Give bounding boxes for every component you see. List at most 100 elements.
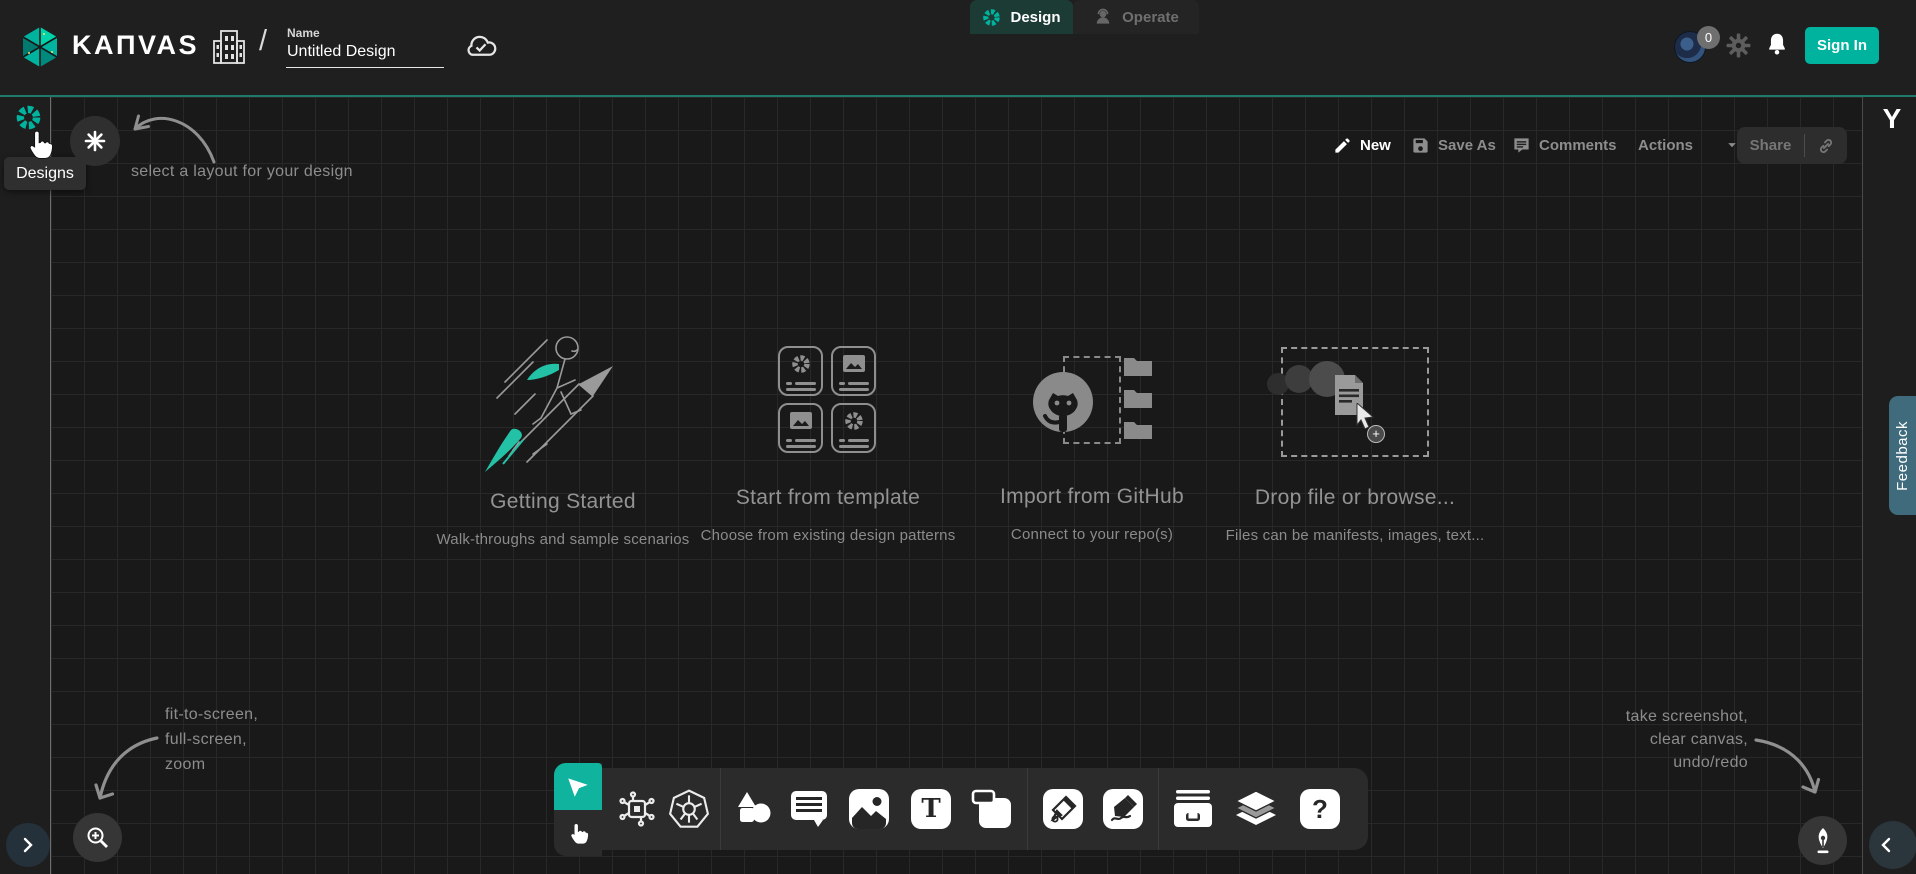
actions-dropdown[interactable]: Actions (1638, 136, 1741, 154)
comment-bubble-icon (789, 789, 829, 829)
canvas-top-border (0, 95, 1916, 97)
card-subtitle: Choose from existing design patterns (678, 527, 978, 544)
new-button[interactable]: New (1333, 136, 1391, 155)
tab-operate[interactable]: Operate (1073, 0, 1199, 34)
design-name-label: Name (287, 26, 320, 40)
zoom-button[interactable] (73, 813, 122, 862)
card-drop-file[interactable]: + Drop file or browse... Files can be ma… (1195, 322, 1515, 544)
zoom-hints-text: fit-to-screen, full-screen, zoom (165, 702, 258, 777)
pencil-tool[interactable] (1103, 789, 1143, 829)
bell-icon[interactable] (1764, 31, 1790, 57)
feedback-label: Feedback (1894, 421, 1911, 491)
drawer-icon (1172, 789, 1214, 829)
layout-hint-text: select a layout for your design (131, 163, 353, 181)
organization-icon[interactable] (212, 28, 246, 66)
new-label: New (1360, 137, 1391, 154)
kubernetes-tool[interactable] (668, 788, 710, 830)
zoom-hint-arrow (85, 732, 165, 810)
kubernetes-helm-icon (668, 788, 710, 830)
left-rail (0, 97, 50, 874)
text-tool[interactable]: T (911, 789, 951, 829)
breadcrumb-separator: / (259, 25, 267, 58)
shapes-icon (733, 789, 773, 829)
drop-zone-illustration: + (1271, 347, 1439, 459)
layout-hint-arrow (126, 100, 221, 168)
actions-label: Actions (1638, 137, 1693, 154)
design-swirl-icon (982, 8, 1001, 27)
pen-path-icon (1049, 795, 1077, 823)
plus-badge: + (1367, 425, 1385, 443)
chevron-left-icon (1878, 837, 1894, 853)
zoom-in-icon (85, 825, 110, 850)
image-tool[interactable] (849, 789, 889, 829)
canvas-toolbar: T (602, 768, 1368, 850)
feedback-tab[interactable]: Feedback (1889, 396, 1916, 515)
card-subtitle: Walk-throughs and sample scenarios (403, 531, 723, 548)
pan-tool[interactable] (554, 810, 602, 856)
expand-left-panel-button[interactable] (6, 823, 50, 867)
save-as-label: Save As (1438, 137, 1496, 154)
screenshot-hint-arrow (1750, 732, 1830, 804)
help-tool[interactable]: ? (1300, 789, 1340, 829)
screenshot-hints-text: take screenshot, clear canvas, undo/redo (1548, 705, 1748, 774)
card-title: Start from template (678, 486, 978, 510)
drawer-tool[interactable] (1172, 789, 1214, 829)
comment-icon (1512, 136, 1531, 155)
design-name-input[interactable] (286, 40, 444, 68)
draw-actions-button[interactable] (1798, 816, 1847, 865)
kanvas-logo[interactable] (17, 24, 63, 70)
comment-tool[interactable] (789, 789, 829, 829)
cloud-saved-icon (463, 31, 499, 59)
pen-tool[interactable] (1043, 789, 1083, 829)
comments-button[interactable]: Comments (1512, 136, 1617, 155)
operate-person-icon (1093, 7, 1113, 27)
rocket-doodle (475, 322, 651, 478)
sign-in-button[interactable]: Sign In (1805, 27, 1879, 64)
layers-tool[interactable] (1233, 789, 1279, 829)
folders (1123, 356, 1153, 440)
layers-icon (1233, 789, 1279, 829)
text-tool-glyph: T (921, 794, 940, 824)
collapse-right-panel-button[interactable] (1869, 821, 1916, 869)
github-illustration (1031, 354, 1153, 454)
card-title: Getting Started (403, 490, 723, 514)
swirl-icon (791, 354, 811, 374)
tab-design-label: Design (1010, 9, 1060, 26)
component-tool[interactable] (616, 788, 658, 830)
chip-icon (616, 788, 658, 830)
shapes-tool[interactable] (733, 789, 773, 829)
pencil-icon (1333, 136, 1352, 155)
comments-label: Comments (1539, 137, 1617, 154)
card-start-from-template[interactable]: Start from template Choose from existing… (678, 322, 978, 544)
layout-asterisk-icon (84, 130, 106, 152)
layout-picker-button[interactable] (70, 116, 120, 166)
validator-y-icon[interactable]: Y (1876, 103, 1908, 135)
floppy-icon (1411, 136, 1430, 155)
tab-operate-label: Operate (1122, 9, 1179, 26)
gear-icon[interactable] (1726, 33, 1751, 58)
tab-design[interactable]: Design (970, 0, 1073, 34)
save-as-button[interactable]: Save As (1411, 136, 1496, 155)
share-link-icon[interactable] (1805, 136, 1847, 156)
help-glyph: ? (1312, 794, 1328, 825)
share-button[interactable]: Share (1737, 127, 1847, 164)
pen-nib-icon (1811, 827, 1835, 855)
github-octocat-icon (1031, 370, 1095, 434)
swirl-icon (844, 411, 864, 431)
image-icon (790, 412, 812, 429)
card-title: Drop file or browse... (1195, 486, 1515, 510)
notification-count-badge: 0 (1697, 26, 1720, 49)
select-tool[interactable] (554, 763, 602, 810)
note-tool[interactable] (971, 788, 1013, 830)
select-pan-column (554, 763, 602, 856)
cursor-arrow-icon (565, 774, 591, 800)
image-icon (843, 355, 865, 372)
image-tool-icon (849, 789, 889, 829)
chevron-right-icon (20, 837, 36, 853)
pointer-hand-cursor (24, 126, 54, 162)
note-icon (971, 788, 1013, 830)
hand-icon (565, 819, 591, 847)
card-subtitle: Files can be manifests, images, text... (1195, 527, 1515, 544)
card-getting-started[interactable]: Getting Started Walk-throughs and sample… (403, 322, 723, 548)
share-label: Share (1737, 137, 1804, 154)
